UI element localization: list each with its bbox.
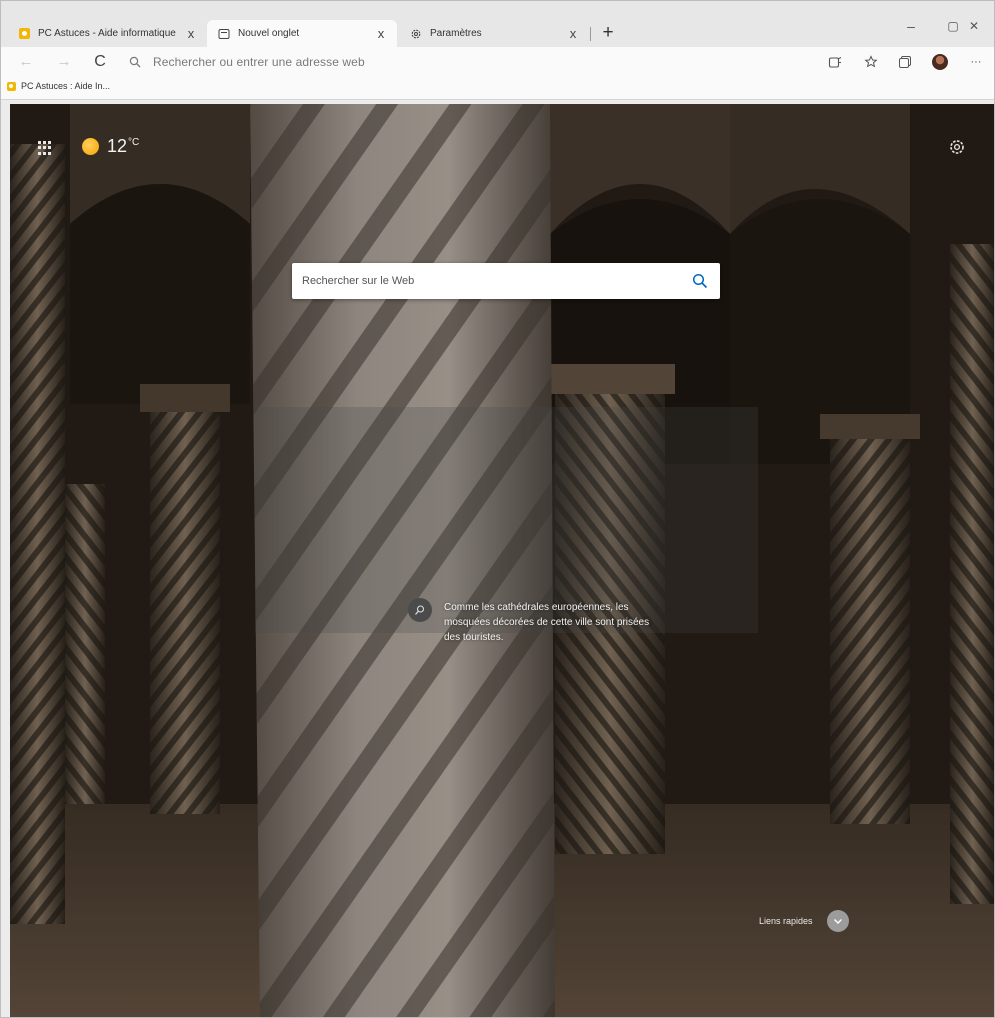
- tab-label: Nouvel onglet: [238, 28, 300, 39]
- quick-links-toggle[interactable]: Liens rapides: [759, 910, 849, 932]
- read-aloud-icon[interactable]: [826, 53, 844, 71]
- settings-gear-icon: [410, 28, 422, 40]
- search-icon[interactable]: [680, 263, 720, 299]
- back-button[interactable]: ←: [15, 52, 37, 72]
- page-settings-gear-icon[interactable]: [948, 138, 966, 156]
- address-placeholder: Rechercher ou entrer une adresse web: [153, 55, 365, 69]
- new-tab-page: 12 °C Rechercher sur le Web Comme les ca…: [10, 104, 994, 1017]
- weather-unit: °C: [128, 137, 140, 148]
- tab-label: PC Astuces - Aide informatique: [38, 28, 176, 39]
- tab-strip: PC Astuces - Aide informatique x Nouvel …: [1, 1, 994, 47]
- minimize-button[interactable]: –: [889, 14, 933, 38]
- quick-links-label: Liens rapides: [759, 916, 813, 926]
- address-toolbar: ← → C Rechercher ou entrer une adresse w…: [1, 47, 994, 77]
- more-menu-button[interactable]: ···: [967, 53, 985, 71]
- search-placeholder: Rechercher sur le Web: [302, 275, 415, 287]
- tab-separator: [590, 27, 591, 41]
- sun-icon: [82, 138, 99, 155]
- close-window-button[interactable]: ✕: [954, 14, 994, 38]
- tab-close-button[interactable]: x: [373, 26, 389, 41]
- image-caption[interactable]: Comme les cathédrales européennes, les m…: [408, 598, 678, 645]
- collections-icon[interactable]: [896, 53, 914, 71]
- search-icon: [129, 56, 145, 68]
- address-bar[interactable]: Rechercher ou entrer une adresse web: [129, 51, 819, 73]
- chevron-down-icon[interactable]: [826, 910, 849, 932]
- favorite-label: PC Astuces : Aide In...: [21, 81, 111, 91]
- tab-pc-astuces[interactable]: PC Astuces - Aide informatique x: [7, 20, 207, 47]
- apps-grid-icon[interactable]: [38, 141, 52, 155]
- web-search-box[interactable]: Rechercher sur le Web: [292, 263, 720, 299]
- caption-text: Comme les cathédrales européennes, les m…: [444, 602, 650, 643]
- tab-parametres[interactable]: Paramètres x: [399, 20, 589, 47]
- tab-nouvel-onglet[interactable]: Nouvel onglet x: [207, 20, 397, 47]
- forward-button[interactable]: →: [53, 52, 75, 72]
- refresh-button[interactable]: C: [89, 52, 111, 72]
- new-tab-page-icon: [218, 28, 230, 40]
- new-tab-button[interactable]: +: [597, 20, 619, 47]
- favorites-bar: PC Astuces : Aide In...: [1, 77, 994, 100]
- browser-window: PC Astuces - Aide informatique x Nouvel …: [0, 0, 995, 1018]
- profile-avatar[interactable]: [931, 53, 949, 71]
- pc-astuces-favicon: [18, 28, 30, 40]
- favorite-item[interactable]: PC Astuces : Aide In...: [7, 81, 110, 91]
- weather-temperature: 12: [107, 136, 128, 156]
- image-search-icon[interactable]: [408, 598, 432, 622]
- tab-label: Paramètres: [430, 28, 482, 39]
- pc-astuces-favicon: [7, 81, 16, 91]
- tab-close-button[interactable]: x: [565, 26, 581, 41]
- weather-widget[interactable]: 12 °C: [82, 136, 139, 157]
- favorites-star-icon[interactable]: [862, 53, 880, 71]
- tab-close-button[interactable]: x: [183, 26, 199, 41]
